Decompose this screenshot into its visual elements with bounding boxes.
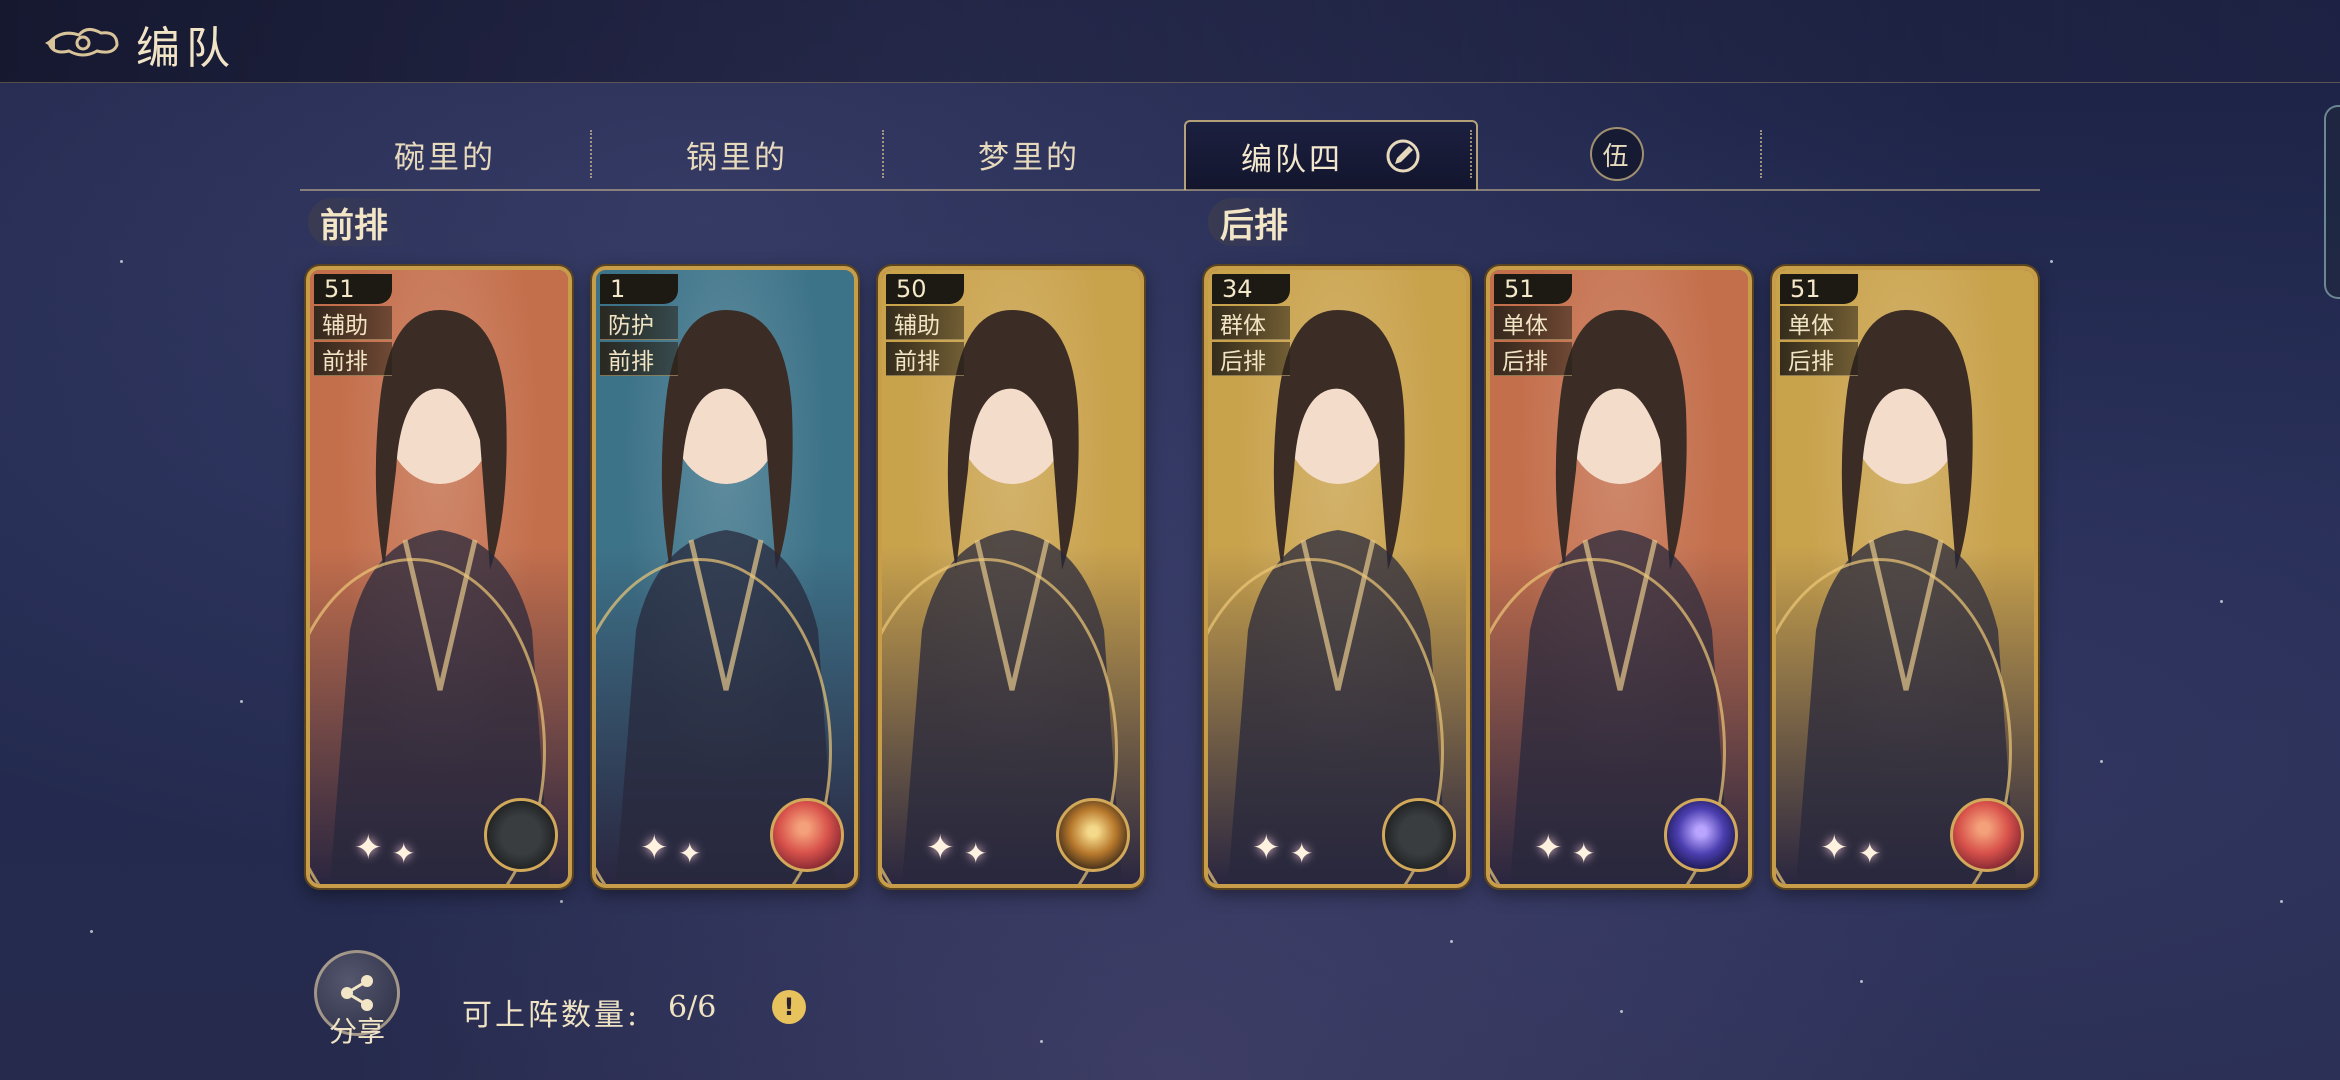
tab-team-5[interactable]: 伍 [1472, 120, 1762, 188]
side-drawer-handle[interactable] [2324, 105, 2340, 299]
star-icon: ✦ [640, 828, 669, 868]
character-card[interactable]: 51 单体 后排 ✦ ✦ [1772, 266, 2038, 888]
character-card[interactable]: 51 辅助 前排 ✦ ✦ [306, 266, 572, 888]
dark-compass-icon [484, 798, 558, 872]
role-tag: 辅助 [886, 306, 964, 340]
star-icon: ✦ [1252, 828, 1281, 868]
position-tag: 后排 [1494, 342, 1572, 376]
tab-team-1[interactable]: 碗里的 [300, 120, 590, 188]
star-icon: ✦ [678, 837, 702, 870]
position-tag: 前排 [600, 342, 678, 376]
role-tag: 辅助 [314, 306, 392, 340]
purple-planet-icon [1664, 798, 1738, 872]
character-card[interactable]: 51 单体 后排 ✦ ✦ [1486, 266, 1752, 888]
star-icon: ✦ [354, 828, 383, 868]
tab-team-3[interactable]: 梦里的 [884, 120, 1174, 188]
position-tag: 前排 [886, 342, 964, 376]
star-icon: ✦ [392, 837, 416, 870]
character-card[interactable]: 50 辅助 前排 ✦ ✦ [878, 266, 1144, 888]
star-icon: ✦ [964, 837, 988, 870]
role-tag: 单体 [1494, 306, 1572, 340]
tab-underline [300, 189, 2040, 191]
position-tag: 后排 [1780, 342, 1858, 376]
red-planet-icon [1950, 798, 2024, 872]
level-badge: 51 [1494, 274, 1572, 304]
tab-team-4-label: 编队四 [1241, 141, 1343, 178]
top-header: 编队 [0, 0, 2340, 83]
deploy-count-value: 6/6 [668, 990, 717, 1025]
tab-team-2[interactable]: 锅里的 [592, 120, 882, 188]
role-tag: 群体 [1212, 306, 1290, 340]
star-icon: ✦ [1290, 837, 1314, 870]
tab-team-5-badge: 伍 [1590, 127, 1644, 181]
role-tag: 单体 [1780, 306, 1858, 340]
star-icon: ✦ [1534, 828, 1563, 868]
gold-moon-icon [1056, 798, 1130, 872]
exclamation-icon[interactable]: ! [772, 990, 806, 1024]
team-tabs: 碗里的 锅里的 梦里的 编队四 伍 [300, 120, 2040, 192]
tab-team-4[interactable]: 编队四 [1184, 120, 1478, 190]
dark-compass-icon [1382, 798, 1456, 872]
star-icon: ✦ [926, 828, 955, 868]
position-tag: 前排 [314, 342, 392, 376]
red-planet-icon [770, 798, 844, 872]
level-badge: 34 [1212, 274, 1290, 304]
level-badge: 50 [886, 274, 964, 304]
character-card[interactable]: 1 防护 前排 ✦ ✦ [592, 266, 858, 888]
position-tag: 后排 [1212, 342, 1290, 376]
cloud-back-icon [45, 28, 119, 57]
edit-pencil-icon[interactable] [1385, 138, 1421, 174]
share-nodes-icon [341, 975, 373, 1011]
level-badge: 51 [1780, 274, 1858, 304]
level-badge: 51 [314, 274, 392, 304]
star-icon: ✦ [1858, 837, 1882, 870]
role-tag: 防护 [600, 306, 678, 340]
front-row-label: 前排 [308, 198, 412, 246]
page-title: 编队 [136, 23, 236, 74]
back-button[interactable] [40, 16, 126, 66]
character-card[interactable]: 34 群体 后排 ✦ ✦ [1204, 266, 1470, 888]
star-icon: ✦ [1820, 828, 1849, 868]
tab-divider [1760, 130, 1762, 178]
back-row-label: 后排 [1208, 198, 1312, 246]
level-badge: 1 [600, 274, 678, 304]
share-label: 分享 [328, 1015, 385, 1048]
deploy-count-label: 可上阵数量: [462, 998, 641, 1033]
star-icon: ✦ [1572, 837, 1596, 870]
